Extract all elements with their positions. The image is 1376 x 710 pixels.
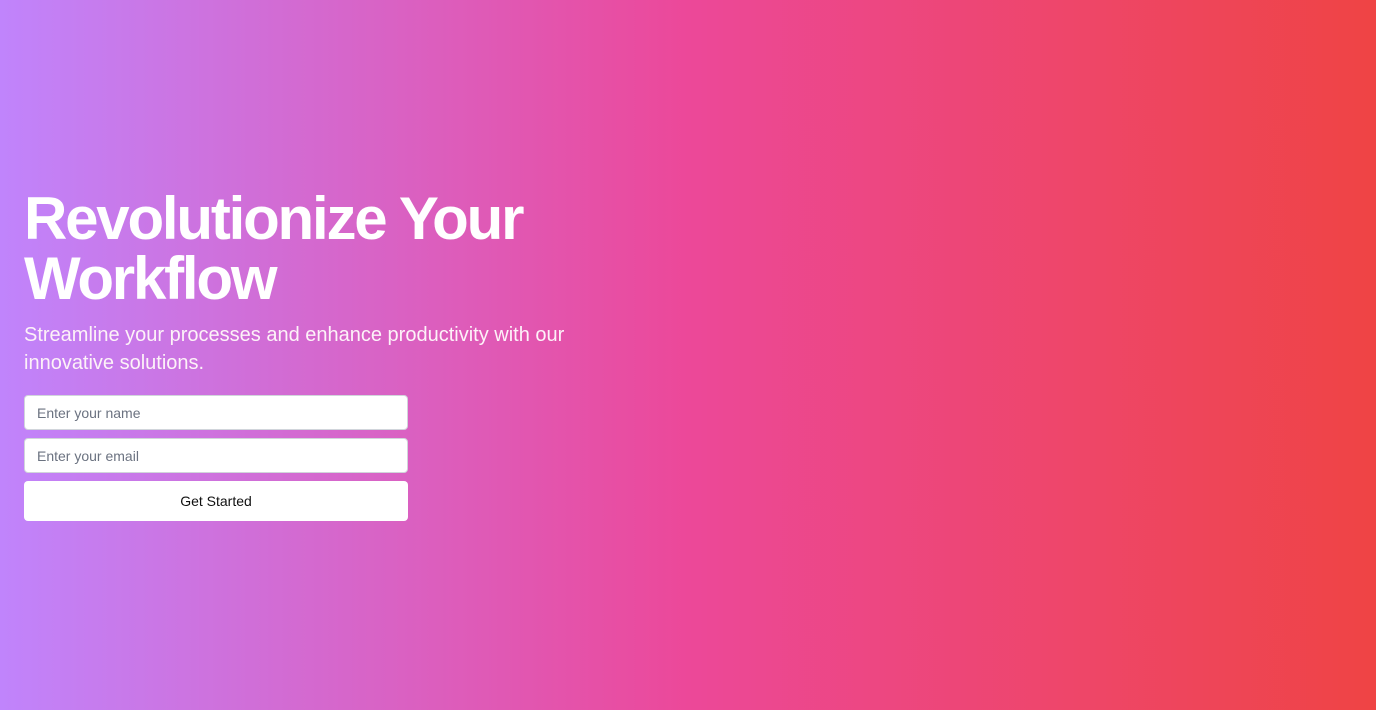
get-started-button[interactable]: Get Started (24, 481, 408, 521)
signup-form: Get Started (24, 395, 408, 521)
hero-subheadline: Streamline your processes and enhance pr… (24, 324, 565, 374)
hero-headline: Revolutionize Your Workflow (24, 185, 524, 312)
name-input[interactable] (24, 395, 408, 430)
hero-section: Revolutionize Your Workflow Streamline y… (0, 0, 1376, 710)
hero-content: Revolutionize Your Workflow Streamline y… (24, 189, 644, 521)
email-input[interactable] (24, 438, 408, 473)
